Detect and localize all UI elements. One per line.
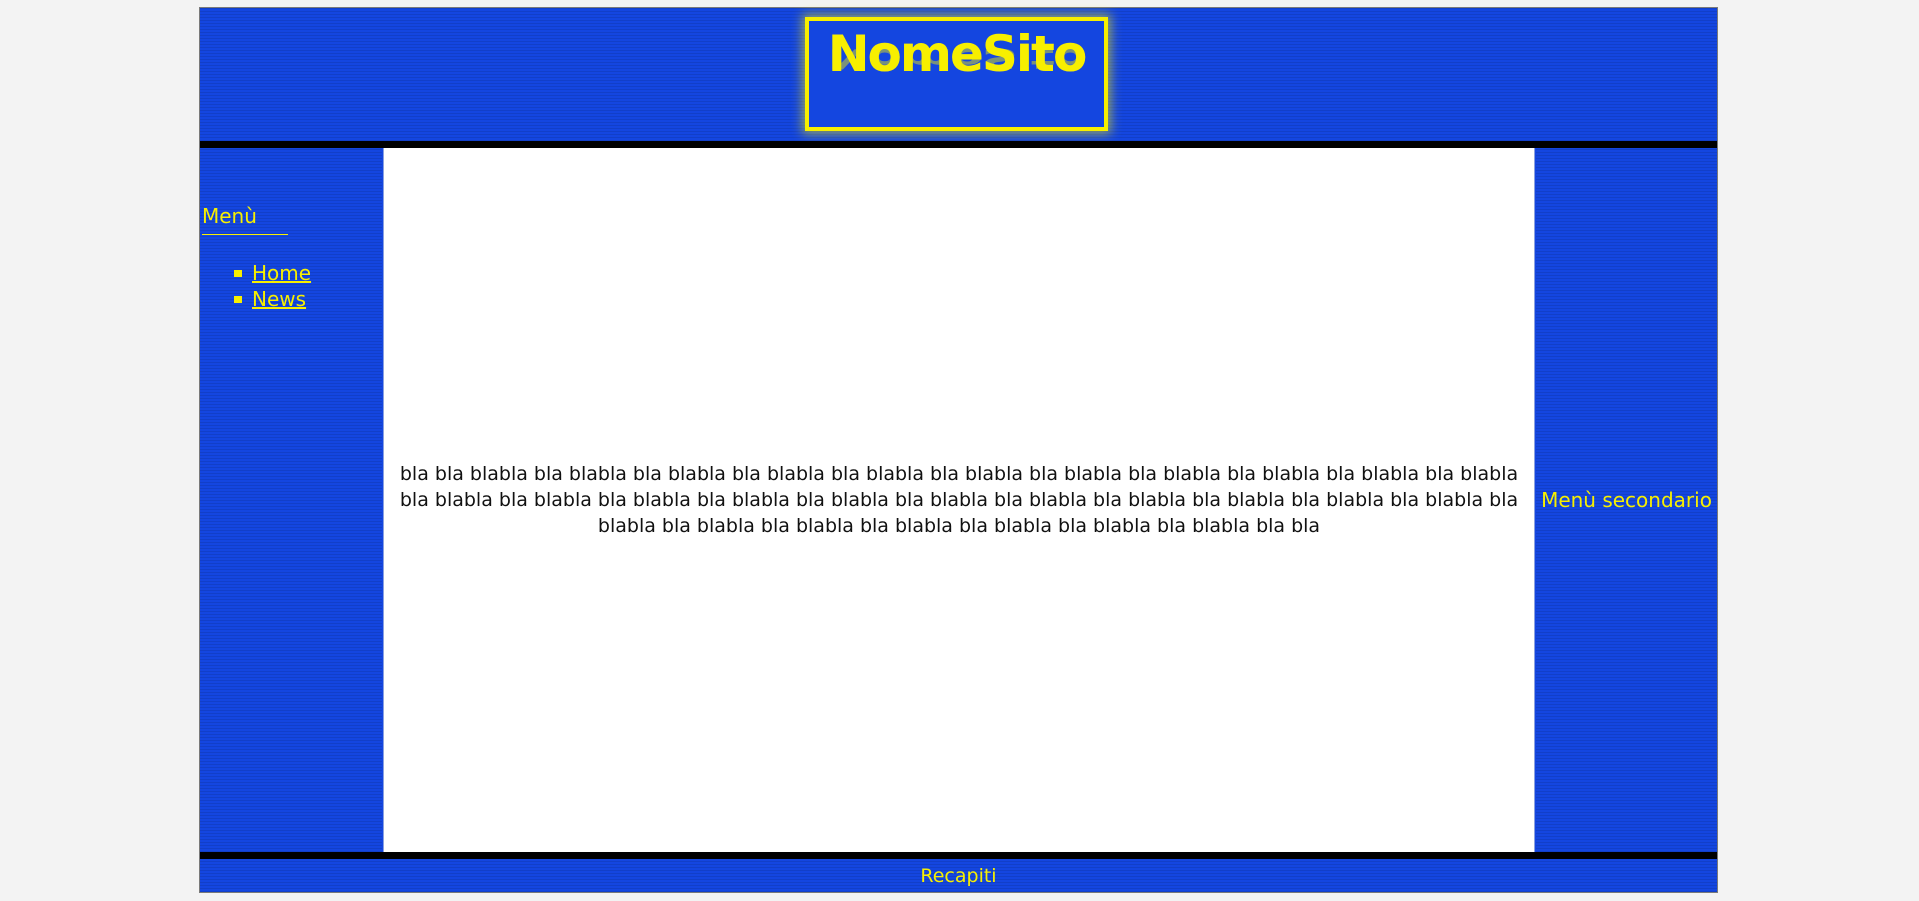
- left-sidebar: Menù Home News: [200, 148, 382, 852]
- footer-separator: [200, 852, 1717, 859]
- menu-list: Home News: [232, 260, 311, 312]
- page-frame: NomeSito NomeSito Menù Home News bla bla…: [199, 7, 1718, 893]
- right-sidebar: Menù secondario: [1536, 148, 1717, 852]
- footer-text: Recapiti: [920, 864, 997, 887]
- site-header: NomeSito NomeSito: [200, 8, 1717, 141]
- menu-item-home: Home: [232, 260, 311, 286]
- menu-title: Menù: [202, 204, 288, 235]
- secondary-menu-title: Menù secondario: [1541, 488, 1712, 512]
- content-text: bla bla blabla bla blabla bla blabla bla…: [399, 463, 1519, 537]
- logo-reflection: NomeSito: [827, 43, 1086, 75]
- menu-item-news: News: [232, 286, 311, 312]
- header-separator: [200, 141, 1717, 148]
- site-logo[interactable]: NomeSito NomeSito: [805, 17, 1108, 131]
- menu-link-home[interactable]: Home: [252, 261, 311, 285]
- square-bullet-icon: [234, 296, 242, 303]
- menu-link-news[interactable]: News: [252, 287, 306, 311]
- site-footer: Recapiti: [200, 859, 1717, 892]
- square-bullet-icon: [234, 270, 242, 277]
- main-content: bla bla blabla bla blabla bla blabla bla…: [383, 148, 1535, 852]
